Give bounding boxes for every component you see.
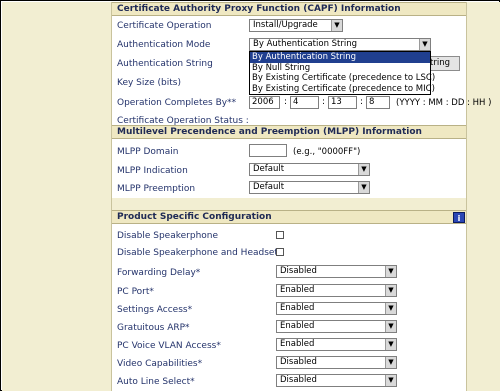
main-content: Certificate Authority Proxy Function (CA… bbox=[112, 2, 491, 391]
disable-speaker-headset-label: Disable Speakerphone and Headset bbox=[117, 248, 278, 258]
product-section-header: Product Specific Configuration bbox=[112, 210, 466, 224]
dropdown-option[interactable]: By Existing Certificate (precedence to L… bbox=[250, 73, 435, 84]
auto-line-select-label: Auto Line Select* bbox=[117, 377, 195, 387]
mlpp-domain-input[interactable] bbox=[249, 144, 287, 157]
certificate-operation-select[interactable]: Install/Upgrade ▼ bbox=[249, 19, 343, 32]
authentication-string-label: Authentication String bbox=[117, 59, 213, 69]
dropdown-option[interactable]: By Existing Certificate (precedence to M… bbox=[250, 84, 435, 95]
hour-input[interactable]: 8 bbox=[366, 96, 390, 109]
authentication-mode-dropdown[interactable]: By Authentication String By Null String … bbox=[249, 51, 435, 95]
chevron-down-icon[interactable]: ▼ bbox=[385, 375, 396, 386]
pc-voice-vlan-label: PC Voice VLAN Access* bbox=[117, 341, 221, 351]
month-input[interactable]: 4 bbox=[290, 96, 319, 109]
gratuitous-arp-select[interactable]: Enabled ▼ bbox=[276, 320, 397, 333]
section-spacer bbox=[112, 198, 466, 210]
date-separator: : bbox=[322, 97, 326, 107]
disable-speakerphone-label: Disable Speakerphone bbox=[117, 231, 219, 241]
mlpp-indication-select[interactable]: Default ▼ bbox=[249, 163, 370, 176]
forwarding-delay-select[interactable]: Disabled ▼ bbox=[276, 265, 397, 278]
chevron-down-icon[interactable]: ▼ bbox=[385, 266, 396, 277]
mlpp-domain-hint: (e.g., "0000FF") bbox=[293, 147, 361, 157]
date-separator: : bbox=[284, 97, 288, 107]
disable-speakerphone-checkbox[interactable] bbox=[276, 231, 284, 239]
chevron-down-icon[interactable]: ▼ bbox=[385, 321, 396, 332]
settings-access-label: Settings Access* bbox=[117, 305, 193, 315]
mlpp-preemption-select[interactable]: Default ▼ bbox=[249, 181, 370, 194]
certificate-operation-label: Certificate Operation bbox=[117, 21, 212, 31]
chevron-down-icon[interactable]: ▼ bbox=[385, 285, 396, 296]
gratuitous-arp-value: Enabled bbox=[280, 321, 315, 331]
key-size-label: Key Size (bits) bbox=[117, 78, 181, 88]
authentication-mode-select[interactable]: By Authentication String ▼ bbox=[249, 38, 431, 51]
pc-voice-vlan-select[interactable]: Enabled ▼ bbox=[276, 338, 397, 351]
mlpp-indication-value: Default bbox=[253, 164, 285, 174]
mlpp-indication-label: MLPP Indication bbox=[117, 166, 188, 176]
settings-access-value: Enabled bbox=[280, 303, 315, 313]
disable-speaker-headset-checkbox[interactable] bbox=[276, 248, 284, 256]
authentication-mode-label: Authentication Mode bbox=[117, 40, 211, 50]
pc-port-value: Enabled bbox=[280, 285, 315, 295]
chevron-down-icon[interactable]: ▼ bbox=[385, 303, 396, 314]
chevron-down-icon[interactable]: ▼ bbox=[331, 20, 342, 31]
chevron-down-icon[interactable]: ▼ bbox=[419, 39, 430, 50]
chevron-down-icon[interactable]: ▼ bbox=[385, 357, 396, 368]
settings-access-select[interactable]: Enabled ▼ bbox=[276, 302, 397, 315]
mlpp-section-header: Multilevel Precendence and Preemption (M… bbox=[112, 125, 466, 139]
date-format-hint: (YYYY : MM : DD : HH ) bbox=[396, 98, 492, 108]
left-sidebar bbox=[2, 2, 112, 391]
auto-line-select[interactable]: Disabled ▼ bbox=[276, 374, 397, 387]
auto-line-select-value: Disabled bbox=[280, 375, 317, 385]
operation-completes-label: Operation Completes By** bbox=[117, 98, 237, 108]
dropdown-option[interactable]: By Authentication String bbox=[250, 52, 430, 63]
pc-port-label: PC Port* bbox=[117, 287, 154, 297]
day-input[interactable]: 13 bbox=[328, 96, 357, 109]
video-capabilities-select[interactable]: Disabled ▼ bbox=[276, 356, 397, 369]
mlpp-preemption-label: MLPP Preemption bbox=[117, 184, 196, 194]
info-icon[interactable]: i bbox=[453, 212, 465, 223]
pc-voice-vlan-value: Enabled bbox=[280, 339, 315, 349]
right-sidebar bbox=[466, 2, 500, 391]
chevron-down-icon[interactable]: ▼ bbox=[385, 339, 396, 350]
mlpp-domain-label: MLPP Domain bbox=[117, 147, 179, 157]
year-input[interactable]: 2006 bbox=[249, 96, 280, 109]
video-capabilities-label: Video Capabilities* bbox=[117, 359, 203, 369]
chevron-down-icon[interactable]: ▼ bbox=[358, 182, 369, 193]
window-frame: Certificate Authority Proxy Function (CA… bbox=[0, 0, 500, 391]
pc-port-select[interactable]: Enabled ▼ bbox=[276, 284, 397, 297]
authentication-mode-value: By Authentication String bbox=[253, 39, 358, 49]
gratuitous-arp-label: Gratuitous ARP* bbox=[117, 323, 190, 333]
chevron-down-icon[interactable]: ▼ bbox=[358, 164, 369, 175]
mlpp-preemption-value: Default bbox=[253, 182, 285, 192]
forwarding-delay-value: Disabled bbox=[280, 266, 317, 276]
capf-section-header: Certificate Authority Proxy Function (CA… bbox=[112, 2, 466, 16]
date-separator: : bbox=[360, 97, 364, 107]
dropdown-option[interactable]: By Null String bbox=[250, 63, 430, 74]
video-capabilities-value: Disabled bbox=[280, 357, 317, 367]
forwarding-delay-label: Forwarding Delay* bbox=[117, 268, 201, 278]
certificate-operation-value: Install/Upgrade bbox=[253, 20, 318, 30]
